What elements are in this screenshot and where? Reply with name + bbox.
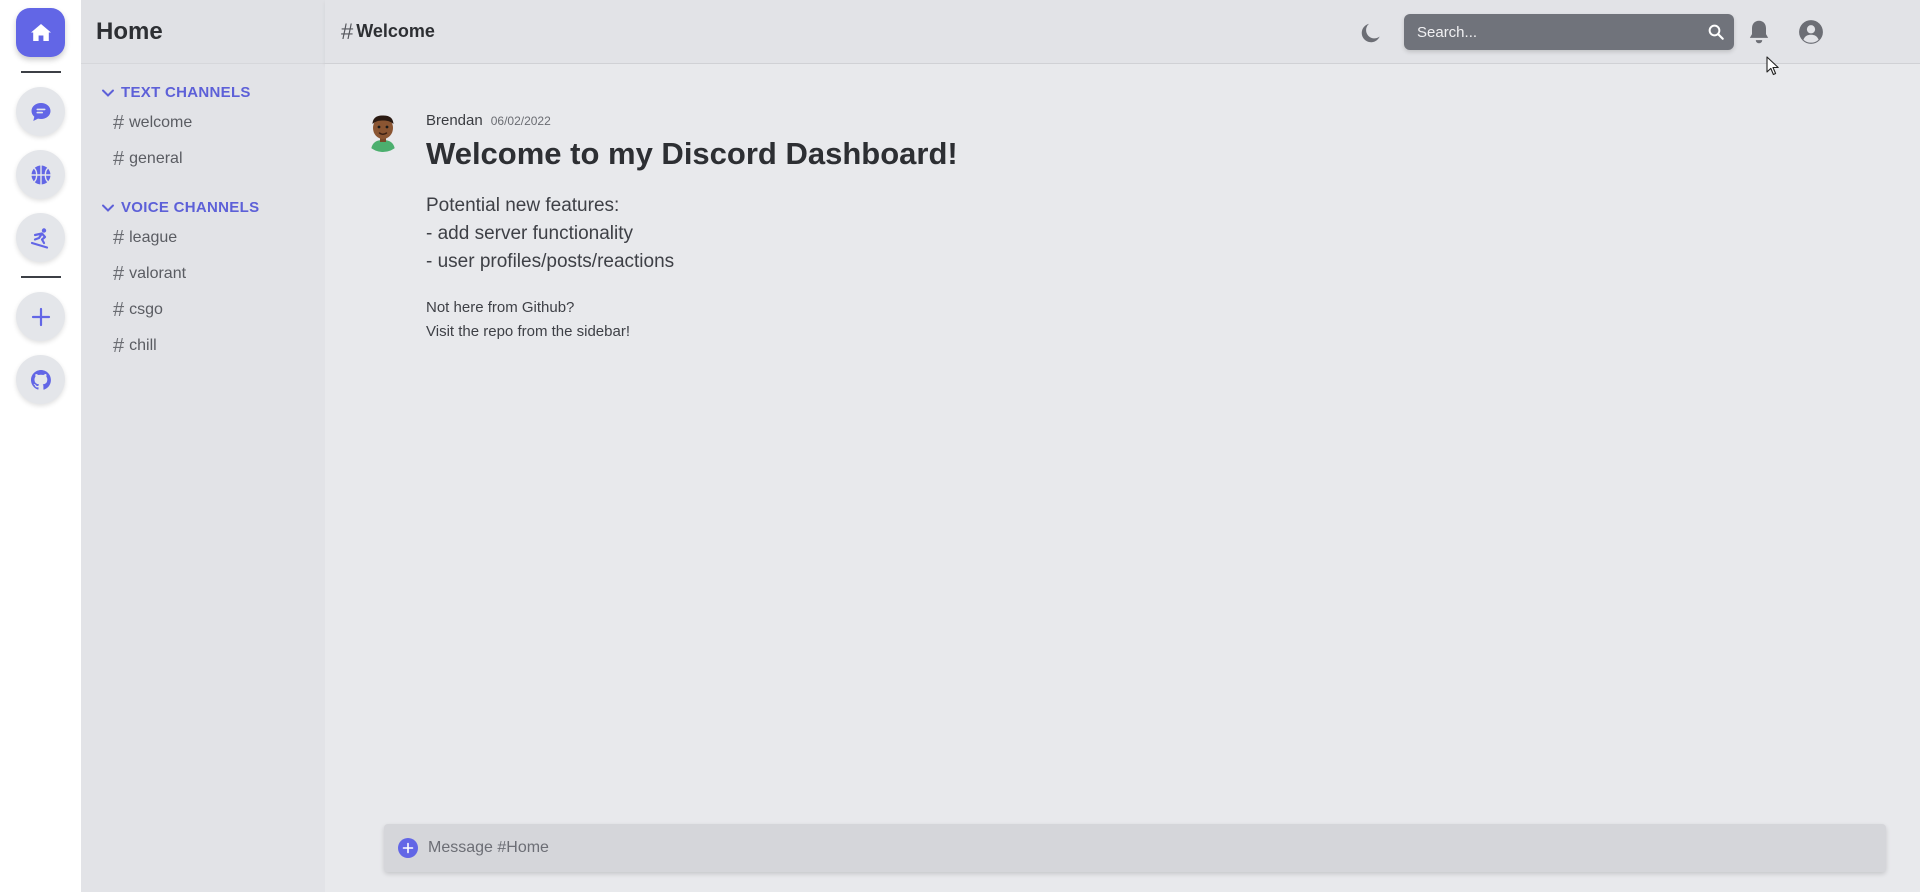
avatar[interactable] — [363, 112, 403, 152]
add-server-button[interactable] — [16, 292, 65, 341]
author-name[interactable]: Brendan — [426, 112, 483, 129]
hash-icon: # — [113, 334, 125, 357]
channel-item-welcome[interactable]: # welcome — [81, 105, 325, 141]
hash-icon: # — [113, 147, 125, 170]
chat-bubble-icon — [31, 102, 50, 121]
message-meta: Brendan 06/02/2022 — [426, 112, 958, 129]
message-note: Not here from Github? Visit the repo fro… — [426, 296, 958, 344]
snowboard-server-button[interactable] — [16, 213, 65, 262]
github-icon — [30, 369, 51, 390]
sidebar-header: Home — [81, 0, 325, 64]
channel-label: league — [129, 229, 178, 246]
server-rail — [0, 0, 81, 892]
message-input[interactable] — [428, 839, 1886, 857]
search-icon[interactable] — [1707, 23, 1725, 41]
message-line: Potential new features: — [426, 195, 620, 216]
channel-item-general[interactable]: # general — [81, 141, 325, 177]
chevron-down-icon — [102, 204, 114, 212]
basketball-server-button[interactable] — [16, 150, 65, 199]
message-heading: Welcome to my Discord Dashboard! — [426, 136, 958, 171]
add-attachment-icon[interactable] — [398, 838, 418, 858]
category-label: TEXT CHANNELS — [121, 84, 251, 101]
basketball-icon — [31, 165, 50, 184]
rail-divider — [20, 71, 61, 73]
plus-icon — [31, 307, 50, 326]
message-line: - user profiles/posts/reactions — [426, 251, 675, 272]
channel-label: csgo — [129, 301, 163, 318]
message-date: 06/02/2022 — [490, 114, 551, 128]
hash-icon: # — [113, 111, 125, 134]
message-area: Brendan 06/02/2022 Welcome to my Discord… — [325, 64, 1920, 892]
home-server-button[interactable] — [16, 8, 65, 57]
message-body: Brendan 06/02/2022 Welcome to my Discord… — [426, 112, 958, 344]
snowboarding-icon — [30, 227, 48, 249]
channel-label: general — [129, 150, 183, 167]
channel-label: chill — [129, 337, 157, 354]
moon-icon[interactable] — [1358, 20, 1384, 46]
github-button[interactable] — [16, 355, 65, 404]
channel-item-valorant[interactable]: # valorant — [81, 256, 325, 292]
user-circle-icon[interactable] — [1798, 19, 1824, 45]
note-line: Not here from Github? — [426, 299, 575, 316]
note-line: Visit the repo from the sidebar! — [426, 323, 630, 340]
channel-item-league[interactable]: # league — [81, 220, 325, 256]
search-box — [1404, 14, 1734, 50]
bell-icon[interactable] — [1746, 18, 1772, 46]
channel-item-chill[interactable]: # chill — [81, 328, 325, 364]
hash-icon: # — [113, 226, 125, 249]
hash-icon: # — [341, 18, 354, 44]
chevron-down-icon — [102, 89, 114, 97]
top-bar: # Welcome — [325, 0, 1920, 64]
home-icon — [30, 23, 51, 41]
search-input[interactable] — [1417, 23, 1707, 41]
channel-sidebar: Home TEXT CHANNELS # welcome # general V… — [81, 0, 325, 892]
channel-title: Welcome — [356, 21, 435, 41]
message-composer — [384, 824, 1886, 872]
category-label: VOICE CHANNELS — [121, 199, 260, 216]
message-feature-list: Potential new features: - add server fun… — [426, 192, 958, 276]
channel-item-csgo[interactable]: # csgo — [81, 292, 325, 328]
mouse-cursor-icon — [1766, 56, 1779, 76]
sidebar-title: Home — [96, 17, 163, 45]
hash-icon: # — [113, 262, 125, 285]
channel-label: valorant — [129, 265, 187, 282]
chat-server-button[interactable] — [16, 87, 65, 136]
rail-divider — [20, 276, 61, 278]
channel-label: welcome — [129, 114, 193, 131]
message: Brendan 06/02/2022 Welcome to my Discord… — [363, 112, 958, 344]
hash-icon: # — [113, 298, 125, 321]
avatar-image — [363, 112, 403, 152]
voice-channels-category[interactable]: VOICE CHANNELS — [81, 199, 325, 216]
message-line: - add server functionality — [426, 223, 633, 244]
text-channels-category[interactable]: TEXT CHANNELS — [81, 84, 325, 101]
